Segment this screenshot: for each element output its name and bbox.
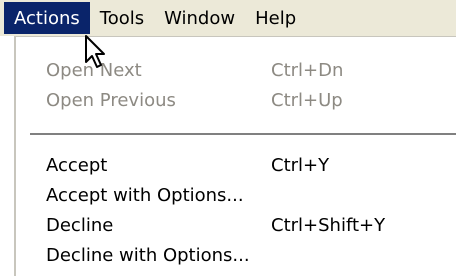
menu-item-label: Open Previous [46, 89, 176, 111]
menu-separator [30, 133, 456, 136]
menu-item-label: Decline with Options... [46, 244, 250, 266]
menu-bar: Actions Tools Window Help [0, 0, 456, 36]
menu-tools[interactable]: Tools [90, 2, 154, 34]
menu-item-shortcut: Ctrl+Up [271, 89, 343, 111]
menu-actions[interactable]: Actions [4, 2, 90, 34]
menu-item-open-previous: Open Previous Ctrl+Up [16, 85, 456, 115]
menu-item-accept[interactable]: Accept Ctrl+Y [16, 150, 456, 180]
menu-item-shortcut: Ctrl+Y [271, 154, 330, 176]
menu-item-label: Open Next [46, 59, 142, 81]
menu-item-label: Decline [46, 214, 114, 236]
menu-item-label: Accept with Options... [46, 184, 244, 206]
menu-help[interactable]: Help [245, 2, 306, 34]
menu-item-open-next: Open Next Ctrl+Dn [16, 55, 456, 85]
actions-dropdown-menu: Open Next Ctrl+Dn Open Previous Ctrl+Up … [14, 36, 456, 276]
menu-window[interactable]: Window [154, 2, 245, 34]
menu-item-shortcut: Ctrl+Shift+Y [271, 214, 386, 236]
menu-item-accept-with-options[interactable]: Accept with Options... [16, 180, 456, 210]
menu-item-shortcut: Ctrl+Dn [271, 59, 344, 81]
menu-item-decline-with-options[interactable]: Decline with Options... [16, 240, 456, 270]
menu-item-decline[interactable]: Decline Ctrl+Shift+Y [16, 210, 456, 240]
menu-item-label: Accept [46, 154, 108, 176]
